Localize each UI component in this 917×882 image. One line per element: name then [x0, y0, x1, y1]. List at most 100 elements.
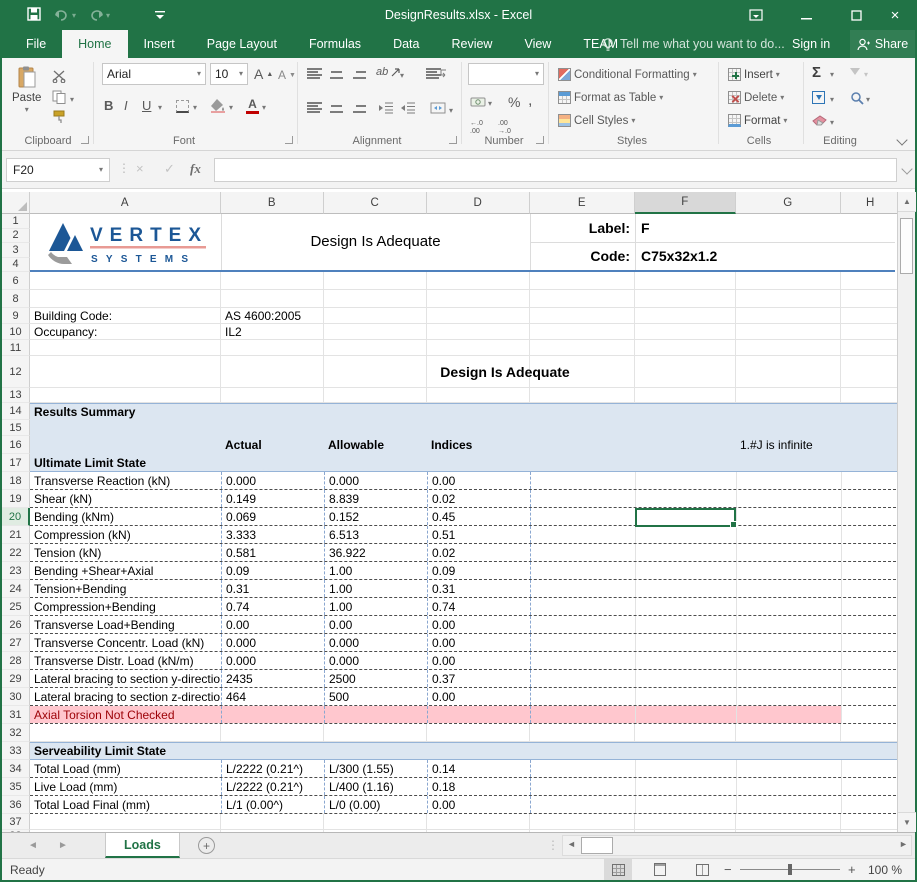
font-color-button[interactable]: A — [246, 98, 259, 114]
cell-F35[interactable] — [635, 778, 736, 795]
sort-filter-dropdown-icon[interactable]: ▾ — [864, 71, 868, 79]
menu-tab-review[interactable]: Review — [435, 30, 508, 58]
row-header-16[interactable]: 16 — [2, 436, 30, 454]
row-header-19[interactable]: 19 — [2, 490, 30, 508]
zoom-out-button[interactable]: − — [724, 862, 732, 877]
bold-button[interactable]: B — [104, 98, 113, 113]
cell-G37[interactable] — [736, 814, 841, 829]
borders-icon[interactable] — [176, 100, 189, 113]
merge-dropdown-icon[interactable]: ▾ — [449, 107, 453, 115]
column-header-H[interactable]: H — [841, 192, 901, 214]
cell-A15[interactable] — [30, 420, 221, 436]
column-header-G[interactable]: G — [736, 192, 841, 214]
cell-G20[interactable] — [736, 508, 841, 525]
cell-F37[interactable] — [635, 814, 736, 829]
cell-E19[interactable] — [530, 490, 635, 507]
cell-G23[interactable] — [736, 562, 841, 579]
cell-F8[interactable] — [635, 290, 736, 307]
new-sheet-button[interactable]: + — [198, 837, 215, 854]
cell-E36[interactable] — [530, 796, 635, 813]
row-header-32[interactable]: 32 — [2, 724, 30, 742]
cell-A26[interactable]: Transverse Load+Bending — [30, 616, 221, 633]
cell-D37[interactable] — [427, 814, 530, 829]
cell-F23[interactable] — [635, 562, 736, 579]
cell-G16[interactable]: 1.#J is infinite — [736, 436, 841, 454]
cell-G27[interactable] — [736, 634, 841, 651]
cell-G36[interactable] — [736, 796, 841, 813]
cell-A35[interactable]: Live Load (mm) — [30, 778, 221, 795]
cell-E35[interactable] — [530, 778, 635, 795]
row-header-26[interactable]: 26 — [2, 616, 30, 634]
center-icon[interactable] — [329, 102, 344, 113]
cell-A11[interactable] — [30, 340, 221, 355]
accounting-format-icon[interactable] — [470, 96, 486, 108]
cell-D34[interactable]: 0.14 — [427, 760, 530, 777]
cell-D19[interactable]: 0.02 — [427, 490, 530, 507]
sort-filter-icon[interactable] — [850, 68, 860, 75]
cell-H26[interactable] — [841, 616, 897, 633]
zoom-level[interactable]: 100 % — [868, 863, 902, 877]
scroll-up-icon[interactable]: ▲ — [898, 192, 916, 212]
cell-G12[interactable] — [736, 356, 841, 387]
cell-G18[interactable] — [736, 472, 841, 489]
cell-E20[interactable] — [530, 508, 635, 525]
cell-G35[interactable] — [736, 778, 841, 795]
cell-F21[interactable] — [635, 526, 736, 543]
cell-F18[interactable] — [635, 472, 736, 489]
tab-scroll-right-icon[interactable]: ► — [58, 840, 68, 851]
cell-G14[interactable] — [736, 404, 841, 420]
cell-A14[interactable]: Results Summary — [30, 404, 221, 420]
cell-D22[interactable]: 0.02 — [427, 544, 530, 561]
cell-B9[interactable]: AS 4600:2005 — [221, 308, 324, 323]
percent-style-button[interactable]: % — [508, 94, 520, 110]
cell-C26[interactable]: 0.00 — [324, 616, 427, 633]
close-button[interactable]: × — [873, 0, 917, 30]
cell-C27[interactable]: 0.000 — [324, 634, 427, 651]
row-header-8[interactable]: 8 — [2, 290, 30, 308]
cell-C21[interactable]: 6.513 — [324, 526, 427, 543]
cell-A9[interactable]: Building Code: — [30, 308, 221, 323]
cell-D24[interactable]: 0.31 — [427, 580, 530, 597]
menu-tab-data[interactable]: Data — [377, 30, 435, 58]
row-header-36[interactable]: 36 — [2, 796, 30, 814]
conditional-formatting-button[interactable]: Conditional Formatting▾ — [558, 68, 697, 81]
tell-me-box[interactable]: Tell me what you want to do... — [602, 30, 785, 58]
cell-B14[interactable] — [221, 404, 324, 420]
cell-B23[interactable]: 0.09 — [221, 562, 324, 579]
cell-H33[interactable] — [841, 743, 897, 759]
page-break-view-button[interactable] — [688, 859, 716, 880]
cell-H17[interactable] — [841, 454, 897, 471]
cell-B27[interactable]: 0.000 — [221, 634, 324, 651]
cell-H16[interactable] — [841, 436, 897, 454]
cell-F6[interactable] — [635, 272, 736, 289]
cell-E17[interactable] — [530, 454, 635, 471]
grow-font-button[interactable]: A▲ — [254, 66, 273, 82]
cell-G15[interactable] — [736, 420, 841, 436]
format-painter-icon[interactable] — [52, 110, 67, 124]
cell-B29[interactable]: 2435 — [221, 670, 324, 687]
cell-A24[interactable]: Tension+Bending — [30, 580, 221, 597]
maximize-button[interactable] — [834, 0, 878, 30]
row-header-17[interactable]: 17 — [2, 454, 30, 472]
cell-E34[interactable] — [530, 760, 635, 777]
cell-E25[interactable] — [530, 598, 635, 615]
cell-F27[interactable] — [635, 634, 736, 651]
cell-E10[interactable] — [530, 324, 635, 339]
cell-D31[interactable] — [427, 706, 530, 723]
column-header-F[interactable]: F — [635, 192, 736, 214]
number-dialog-launcher[interactable] — [536, 136, 544, 144]
cell-H10[interactable] — [841, 324, 897, 339]
number-format-select[interactable]: ▾ — [468, 63, 544, 85]
cell-F33[interactable] — [635, 743, 736, 759]
orientation-dropdown-icon[interactable]: ▾ — [400, 72, 404, 80]
cell-F30[interactable] — [635, 688, 736, 705]
cell-G6[interactable] — [736, 272, 841, 289]
insert-cells-button[interactable]: Insert▾ — [728, 68, 780, 81]
cell-A36[interactable]: Total Load Final (mm) — [30, 796, 221, 813]
row-header-3[interactable]: 3 — [2, 243, 30, 258]
row-header-13[interactable]: 13 — [2, 388, 30, 403]
cell-H18[interactable] — [841, 472, 897, 489]
underline-button[interactable]: U — [142, 98, 151, 113]
cell-D32[interactable] — [427, 724, 530, 741]
code-value[interactable]: C75x32x1.2 — [641, 242, 717, 270]
